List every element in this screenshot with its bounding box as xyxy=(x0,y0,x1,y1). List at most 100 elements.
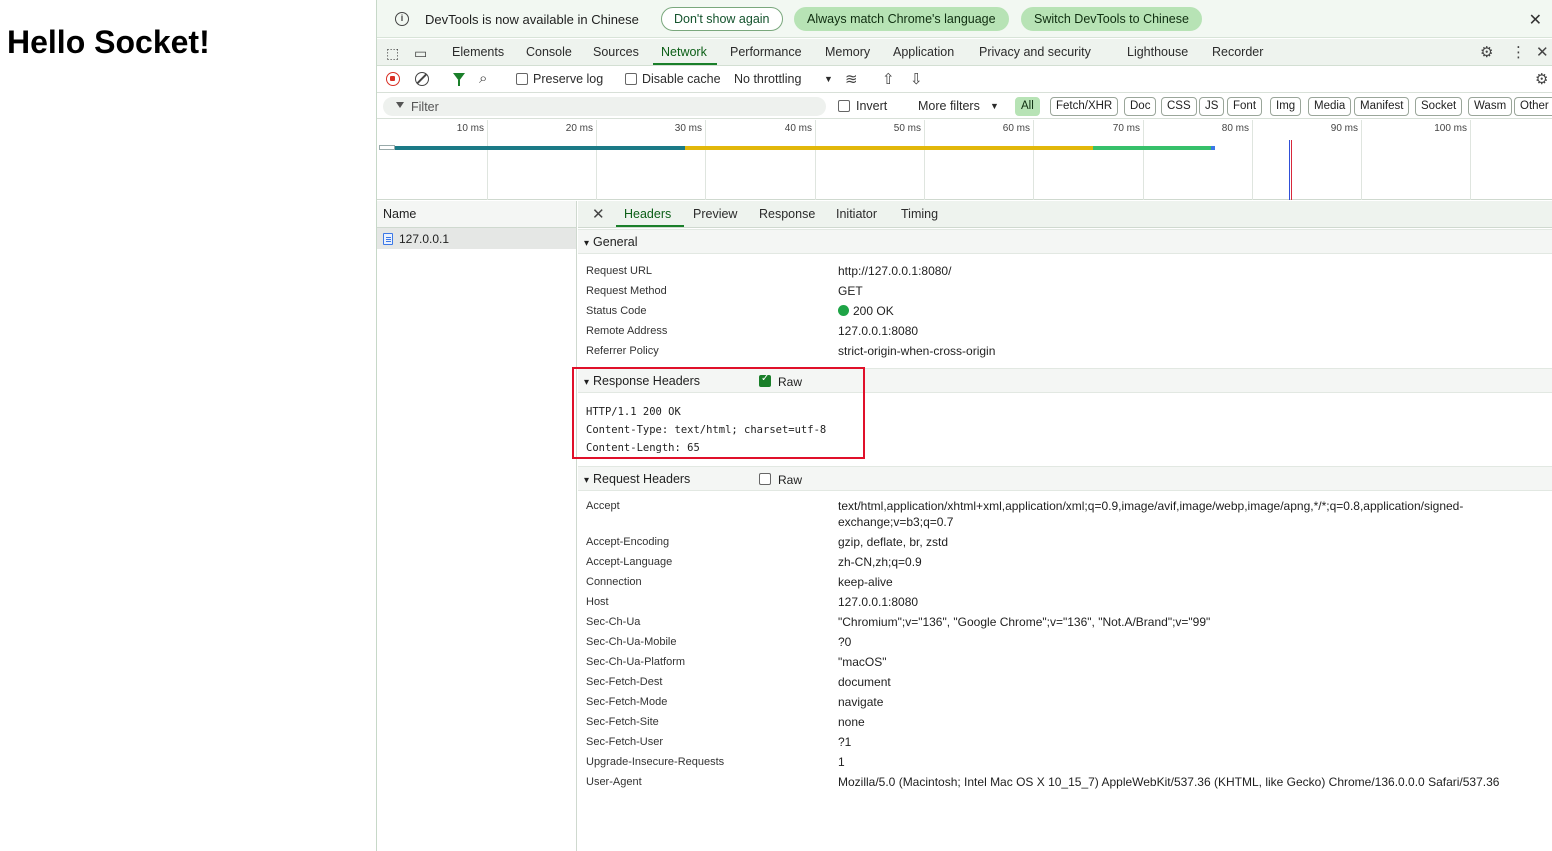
type-chip-fetch-xhr[interactable]: Fetch/XHR xyxy=(1050,97,1119,116)
import-har-icon[interactable]: ⇧ xyxy=(882,70,895,88)
inspect-element-icon[interactable]: ⬚ xyxy=(386,45,399,62)
preserve-log-checkbox[interactable] xyxy=(516,73,528,85)
disable-cache-label: Disable cache xyxy=(642,72,721,86)
timeline-overview[interactable]: 10 ms 20 ms 30 ms 40 ms 50 ms 60 ms 70 m… xyxy=(377,120,1552,200)
invert-checkbox[interactable] xyxy=(838,100,850,112)
type-chip-font[interactable]: Font xyxy=(1227,97,1263,116)
tab-performance[interactable]: Performance xyxy=(730,45,802,59)
section-title: General xyxy=(584,235,637,249)
throttling-select[interactable]: No throttling xyxy=(734,72,801,86)
request-row[interactable]: 127.0.0.1 xyxy=(377,228,576,249)
type-chip-doc[interactable]: Doc xyxy=(1124,97,1157,116)
status-ok-icon xyxy=(838,305,849,316)
header-value: text/html,application/xhtml+xml,applicat… xyxy=(838,499,1464,529)
tab-application[interactable]: Application xyxy=(893,45,954,59)
export-har-icon[interactable]: ⇩ xyxy=(910,70,923,88)
tick-label: 40 ms xyxy=(784,123,812,134)
tab-console[interactable]: Console xyxy=(526,45,572,59)
infobar-message: DevTools is now available in Chinese xyxy=(425,12,639,27)
tab-recorder[interactable]: Recorder xyxy=(1212,45,1263,59)
header-key: Remote Address xyxy=(586,325,668,337)
type-chip-manifest[interactable]: Manifest xyxy=(1354,97,1410,116)
type-chip-other[interactable]: Other xyxy=(1514,97,1552,116)
network-settings-gear-icon[interactable]: ⚙ xyxy=(1535,70,1548,88)
settings-gear-icon[interactable]: ⚙ xyxy=(1480,43,1493,61)
request-raw-checkbox[interactable] xyxy=(759,473,771,485)
filter-toggle-icon[interactable] xyxy=(453,73,465,86)
tick-label: 100 ms xyxy=(1434,123,1467,134)
type-chip-all[interactable]: All xyxy=(1015,97,1040,116)
request-headers-section-header[interactable]: Request Headers Raw xyxy=(578,466,1552,491)
chevron-down-icon[interactable]: ▼ xyxy=(824,74,833,84)
tab-timing[interactable]: Timing xyxy=(901,207,938,221)
disable-cache-checkbox[interactable] xyxy=(625,73,637,85)
header-value: document xyxy=(838,675,891,689)
raw-line: HTTP/1.1 200 OK xyxy=(586,406,681,418)
header-value: zh-CN,zh;q=0.9 xyxy=(838,555,922,569)
raw-line: Content-Type: text/html; charset=utf-8 xyxy=(586,424,827,436)
tick-label: 90 ms xyxy=(1330,123,1358,134)
tick-line xyxy=(1470,120,1471,200)
network-conditions-icon[interactable]: ≋ xyxy=(845,70,858,88)
header-value: gzip, deflate, br, zstd xyxy=(838,535,949,549)
response-raw-checkbox[interactable] xyxy=(759,373,771,387)
queue-bar xyxy=(379,145,395,150)
close-details-icon[interactable]: ✕ xyxy=(592,205,605,223)
tab-memory[interactable]: Memory xyxy=(825,45,870,59)
header-key: Sec-Fetch-User xyxy=(586,736,664,748)
tab-network[interactable]: Network xyxy=(661,45,707,59)
header-value: none xyxy=(838,715,865,729)
record-stop-icon[interactable] xyxy=(386,72,400,86)
device-toolbar-icon[interactable]: ▭ xyxy=(414,45,427,62)
clear-icon[interactable] xyxy=(415,72,429,86)
header-value: 127.0.0.1:8080 xyxy=(838,324,919,338)
type-chip-img[interactable]: Img xyxy=(1270,97,1302,116)
type-chip-js[interactable]: JS xyxy=(1199,97,1225,116)
type-chip-css[interactable]: CSS xyxy=(1161,97,1197,116)
search-icon[interactable]: ⌕ xyxy=(479,70,487,87)
dont-show-again-button[interactable]: Don't show again xyxy=(661,7,783,31)
response-headers-section-header[interactable]: Response Headers Raw xyxy=(578,368,1552,393)
header-key: Status Code xyxy=(586,305,647,317)
page-heading: Hello Socket! xyxy=(7,24,210,60)
tick-line xyxy=(705,120,706,200)
filter-placeholder: Filter xyxy=(411,100,439,114)
tab-response[interactable]: Response xyxy=(759,207,815,221)
tab-initiator[interactable]: Initiator xyxy=(836,207,877,221)
name-column-header[interactable]: Name xyxy=(377,201,576,228)
tab-headers[interactable]: Headers xyxy=(624,207,671,221)
tab-preview[interactable]: Preview xyxy=(693,207,737,221)
tick-label: 50 ms xyxy=(893,123,921,134)
close-devtools-icon[interactable]: ✕ xyxy=(1536,43,1549,61)
header-key: Upgrade-Insecure-Requests xyxy=(586,756,725,768)
type-chip-socket[interactable]: Socket xyxy=(1415,97,1463,116)
download-end-bar xyxy=(1211,146,1215,150)
header-key: Accept-Language xyxy=(586,556,673,568)
filter-input[interactable]: Filter xyxy=(383,97,826,116)
header-value: keep-alive xyxy=(838,575,893,589)
tick-line xyxy=(1143,120,1144,200)
filter-bar: Filter Invert More filters ▼ All Fetch/X… xyxy=(377,94,1552,119)
close-icon[interactable]: ✕ xyxy=(1529,10,1542,30)
general-section-header[interactable]: General xyxy=(578,229,1552,254)
header-value: Mozilla/5.0 (Macintosh; Intel Mac OS X 1… xyxy=(838,775,1500,789)
type-chip-media[interactable]: Media xyxy=(1308,97,1352,116)
info-icon: i xyxy=(395,12,409,26)
more-options-icon[interactable]: ⋮ xyxy=(1511,43,1526,61)
invert-label: Invert xyxy=(856,99,888,113)
tick-line xyxy=(1252,120,1253,200)
tick-label: 60 ms xyxy=(1002,123,1030,134)
tick-label: 20 ms xyxy=(565,123,593,134)
chevron-down-icon[interactable]: ▼ xyxy=(990,101,999,111)
tab-lighthouse[interactable]: Lighthouse xyxy=(1127,45,1188,59)
more-filters-dropdown[interactable]: More filters xyxy=(918,99,980,113)
tab-sources[interactable]: Sources xyxy=(593,45,639,59)
tab-elements[interactable]: Elements xyxy=(452,45,504,59)
tick-line xyxy=(1361,120,1362,200)
switch-language-button[interactable]: Switch DevTools to Chinese xyxy=(1021,7,1202,31)
tab-privacy-security[interactable]: Privacy and security xyxy=(979,45,1091,59)
tick-label: 30 ms xyxy=(674,123,702,134)
match-language-button[interactable]: Always match Chrome's language xyxy=(794,7,1009,31)
type-chip-wasm[interactable]: Wasm xyxy=(1468,97,1513,116)
header-value: ?1 xyxy=(838,735,852,749)
